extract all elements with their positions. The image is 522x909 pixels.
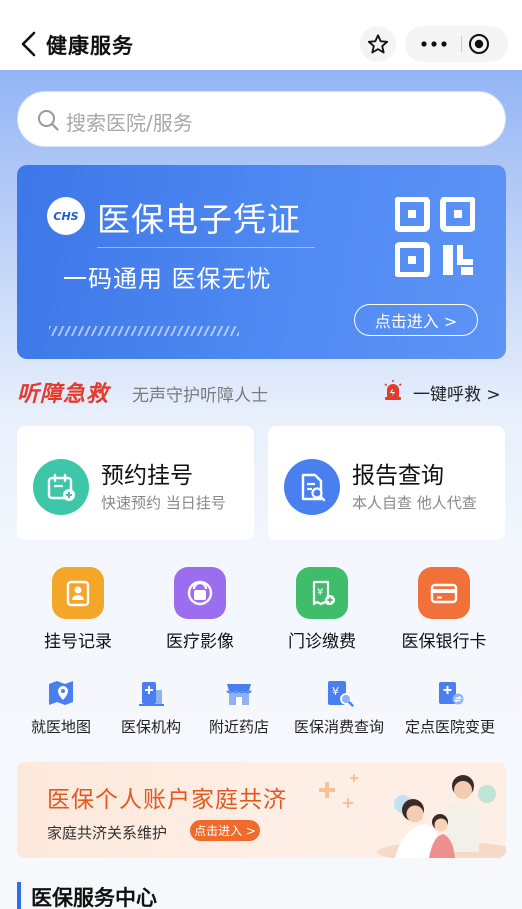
one-key-sos-link[interactable]: 一键呼救 > [413,380,501,405]
card-subtitle: 快速预约 当日挂号 [101,494,226,512]
star-icon [367,34,389,54]
hearing-emergency-desc: 无声守护听障人士 [132,386,268,406]
promo-title: 医保个人账户家庭共济 [47,787,287,813]
grid-label: 定点医院变更 [404,718,495,736]
section-title: 医保服务中心 [31,886,157,909]
alarm-icon [384,380,402,400]
mini-program-capsule [405,26,508,62]
consumption-query-icon: ¥ [322,676,356,710]
payment-icon: ¥ [296,567,348,619]
record-icon [52,567,104,619]
more-icon[interactable] [419,35,449,53]
hospital-change-icon [433,676,467,710]
grid-item-registration-record[interactable]: 挂号记录 [23,567,133,652]
svg-text:¥: ¥ [317,587,323,598]
back-icon[interactable] [20,31,38,57]
promo-subtitle: 家庭共济关系维护 [47,824,168,842]
report-search-icon [284,459,340,515]
capsule-divider [461,36,462,52]
card-title: 报告查询 [352,463,444,489]
report-query-card[interactable]: 报告查询 本人自查 他人代查 [268,426,505,540]
promo-enter-button[interactable]: 点击进入 > [190,820,260,841]
favorite-button[interactable] [360,26,396,62]
grid-item-medical-imaging[interactable]: 医疗影像 [145,567,255,652]
grid-label: 挂号记录 [44,632,112,652]
hearing-emergency-title[interactable]: 听障急救 [17,376,109,408]
banner-decoration [49,326,239,336]
appointment-card[interactable]: 预约挂号 快速预约 当日挂号 [17,426,254,540]
chs-logo: CHS [47,197,85,235]
close-target-icon[interactable] [468,33,490,55]
family-illustration [319,774,506,858]
banner-subtitle: 一码通用 医保无忧 [63,265,272,293]
family-mutual-aid-promo[interactable]: 医保个人账户家庭共济 家庭共济关系维护 点击进入 > [17,762,506,858]
calendar-add-icon [33,459,89,515]
search-placeholder: 搜索医院/服务 [66,111,193,135]
institution-icon [134,676,168,710]
medical-insurance-banner[interactable]: CHS 医保电子凭证 一码通用 医保无忧 点击进入 > [17,165,506,359]
bank-card-icon [418,567,470,619]
grid-item-bank-card[interactable]: 医保银行卡 [389,567,499,652]
page-title: 健康服务 [46,34,134,58]
search-bar[interactable]: 搜索医院/服务 [17,91,506,147]
card-subtitle: 本人自查 他人代查 [352,494,477,512]
grid-item-consumption-query[interactable]: ¥ 医保消费查询 [284,676,394,737]
imaging-icon [174,567,226,619]
grid-label: 医保银行卡 [401,632,487,652]
qr-code-icon [395,197,475,277]
search-icon [38,110,59,131]
grid-label: 医疗影像 [166,632,234,652]
grid-label: 附近药店 [208,718,269,736]
grid-item-hospital-change[interactable]: 定点医院变更 [395,676,505,737]
card-title: 预约挂号 [101,463,193,489]
grid-item-outpatient-payment[interactable]: ¥ 门诊缴费 [267,567,377,652]
grid-label: 门诊缴费 [288,632,356,652]
svg-text:¥: ¥ [332,685,339,698]
pharmacy-icon [222,676,256,710]
top-bar: 健康服务 [0,0,522,70]
banner-enter-button[interactable]: 点击进入 > [354,304,478,336]
section-accent-bar [17,882,21,909]
map-icon [44,676,78,710]
grid-label: 医保消费查询 [293,718,384,736]
banner-divider [97,247,315,248]
banner-title: 医保电子凭证 [97,200,301,239]
grid-item-nearby-pharmacy[interactable]: 附近药店 [184,676,294,737]
